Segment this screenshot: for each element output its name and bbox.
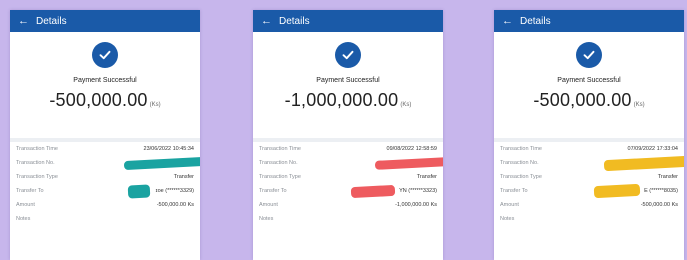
amount-display: -500,000.00 (Ks) [10,90,200,111]
row-notes: Notes [16,212,200,226]
label-transaction-time: Transaction Time [259,146,301,152]
row-transfer-to: Transfer To ɪoe (******3329) [16,183,200,199]
row-transfer-to: Transfer To E (******8035) [500,183,684,199]
value-transaction-type: Transfer [657,174,678,180]
value-amount: -500,000.00 Ks [640,202,678,208]
row-transfer-to: Transfer To YN (******3323) [259,184,443,198]
value-transfer-to: YN (******3323) [399,188,437,194]
redaction-mark [593,183,641,199]
row-transaction-time: Transaction Time 23/06/2022 10:45:34 [16,142,200,156]
value-transaction-time: 23/06/2022 10:45:34 [143,146,194,152]
row-transaction-time: Transaction Time 07/09/2022 17:33:04 [500,142,684,156]
amount-value: -500,000.00 [49,90,148,110]
redaction-mark [603,155,684,171]
app-title: Details [520,15,551,27]
label-transfer-to: Transfer To [16,188,44,194]
app-bar: ← Details [494,10,684,32]
payment-status: Payment Successful [316,77,380,84]
amount-display: -500,000.00 (Ks) [494,90,684,111]
label-transaction-time: Transaction Time [500,146,542,152]
app-title: Details [36,15,67,27]
label-amount: Amount [259,202,278,208]
label-notes: Notes [259,216,274,222]
amount-value: -500,000.00 [533,90,632,110]
app-bar: ← Details [10,10,200,32]
label-transaction-time: Transaction Time [16,146,58,152]
amount-display: -1,000,000.00 (Ks) [253,90,443,111]
label-transaction-no: Transaction No. [16,160,55,166]
row-transaction-type: Transaction Type Transfer [500,170,684,184]
app-bar: ← Details [253,10,443,32]
label-transaction-type: Transaction Type [259,174,301,180]
label-amount: Amount [16,202,35,208]
receipt-card-3: ← Details Payment Successful -500,000.00… [494,10,684,260]
value-amount: -500,000.00 Ks [156,202,194,208]
row-transaction-type: Transaction Type Transfer [259,170,443,184]
payment-status: Payment Successful [73,77,137,84]
row-transaction-no: Transaction No. [16,156,200,170]
payment-status: Payment Successful [557,77,621,84]
row-notes: Notes [500,212,684,226]
app-title: Details [279,15,310,27]
label-transfer-to: Transfer To [500,188,528,194]
label-notes: Notes [500,216,515,222]
value-transaction-type: Transfer [416,174,437,180]
currency-unit: (Ks) [633,102,645,108]
currency-unit: (Ks) [400,102,412,108]
row-amount: Amount -500,000.00 Ks [16,198,200,212]
label-transfer-to: Transfer To [259,188,287,194]
amount-value: -1,000,000.00 [284,90,399,110]
label-transaction-type: Transaction Type [500,174,542,180]
arrow-left-icon[interactable]: ← [502,15,513,27]
label-transaction-no: Transaction No. [259,160,298,166]
receipt-card-1: ← Details Payment Successful -500,000.00… [10,10,200,260]
value-transaction-time: 09/08/2022 12:58:59 [386,146,437,152]
arrow-left-icon[interactable]: ← [261,15,272,27]
redaction-mark [374,156,443,170]
label-transaction-no: Transaction No. [500,160,539,166]
label-amount: Amount [500,202,519,208]
receipt-card-2: ← Details Payment Successful -1,000,000.… [253,10,443,260]
row-transaction-type: Transaction Type Transfer [16,170,200,184]
row-transaction-time: Transaction Time 09/08/2022 12:58:59 [259,142,443,156]
row-notes: Notes [259,212,443,226]
row-amount: Amount -500,000.00 Ks [500,198,684,212]
check-circle-icon [335,42,361,68]
value-transaction-type: Transfer [173,174,194,180]
row-transaction-no: Transaction No. [500,155,684,171]
redaction-mark [123,156,200,170]
arrow-left-icon[interactable]: ← [18,15,29,27]
check-circle-icon [576,42,602,68]
label-transaction-type: Transaction Type [16,174,58,180]
value-transaction-time: 07/09/2022 17:33:04 [627,146,678,152]
row-amount: Amount -1,000,000.00 Ks [259,198,443,212]
value-amount: -1,000,000.00 Ks [395,202,437,208]
value-transfer-to: E (******8035) [644,188,678,194]
currency-unit: (Ks) [149,102,161,108]
row-transaction-no: Transaction No. [259,156,443,170]
redaction-mark [127,183,151,199]
check-circle-icon [92,42,118,68]
label-notes: Notes [16,216,31,222]
redaction-mark [350,184,396,198]
value-transfer-to: ɪoe (******3329) [155,188,194,194]
